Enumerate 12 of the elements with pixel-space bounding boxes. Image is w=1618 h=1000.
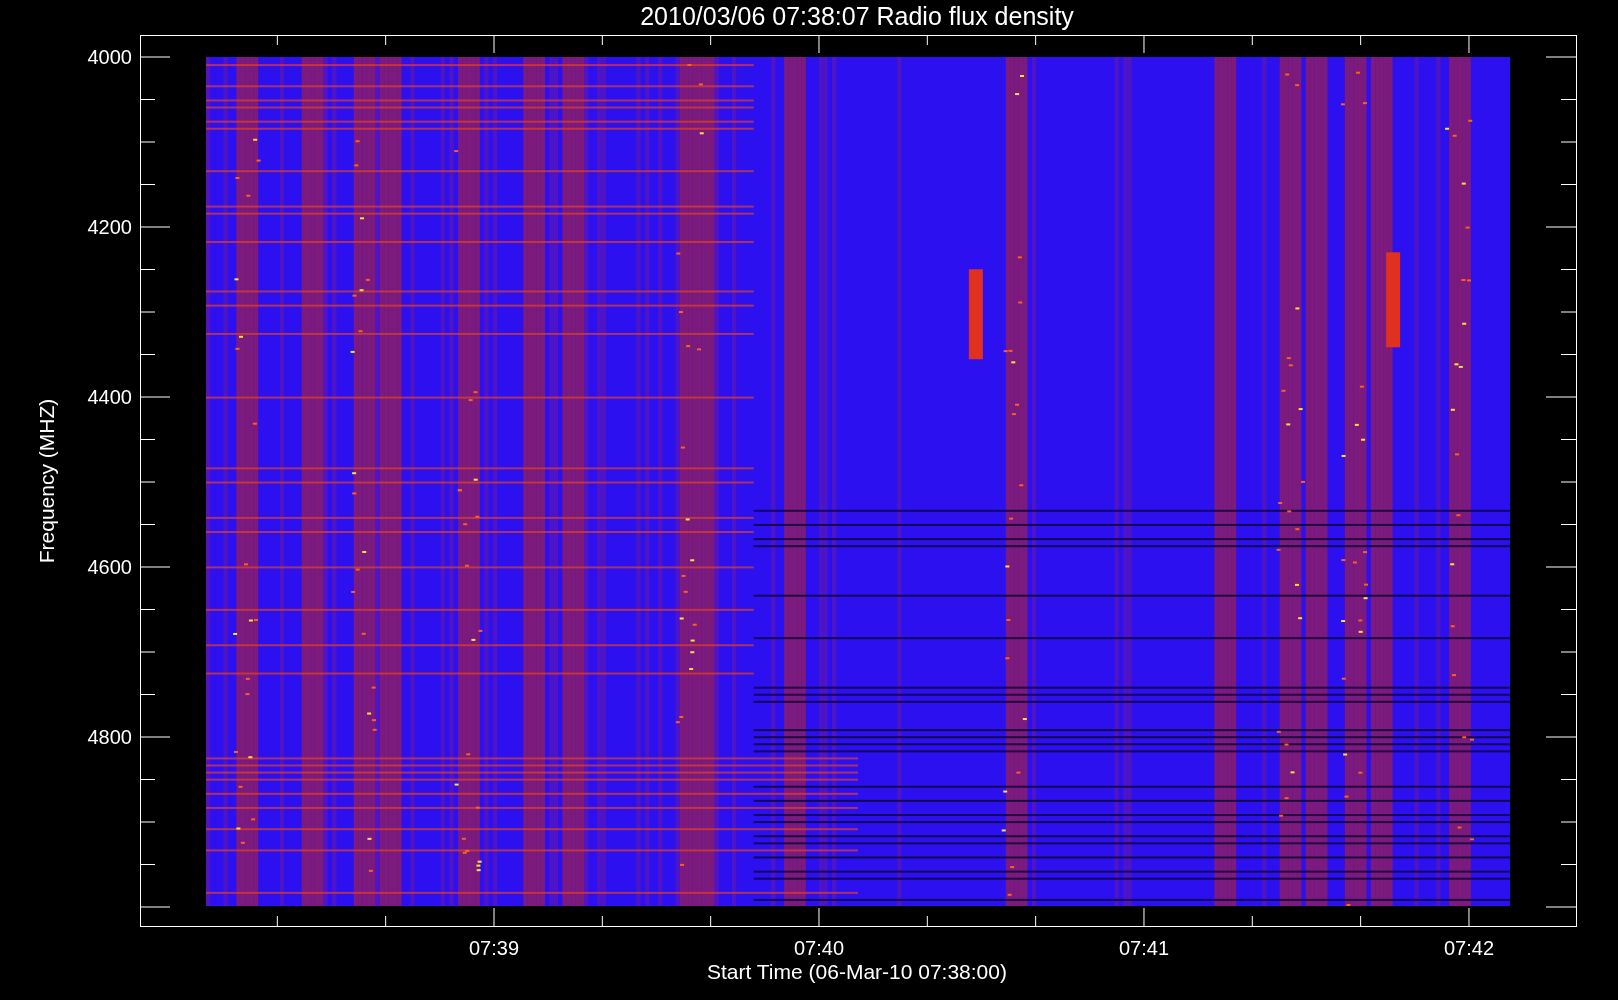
tick-label: 4000 bbox=[87, 46, 132, 68]
chart-title: 2010/03/06 07:38:07 Radio flux density bbox=[640, 2, 1074, 30]
tick-label: 4400 bbox=[87, 386, 132, 408]
tick-label: 07:41 bbox=[1118, 937, 1170, 959]
axis-label: Start Time (06-Mar-10 07:38:00) bbox=[707, 960, 1007, 983]
tick-label: 07:42 bbox=[1443, 937, 1495, 959]
tick-label: 07:39 bbox=[468, 937, 520, 959]
tick-label: 4600 bbox=[87, 556, 132, 578]
axis-label: Frequency (MHZ) bbox=[35, 398, 58, 564]
tick-label: 07:40 bbox=[793, 937, 845, 959]
tick-label: 4800 bbox=[87, 726, 132, 748]
tick-label: 4200 bbox=[87, 216, 132, 238]
